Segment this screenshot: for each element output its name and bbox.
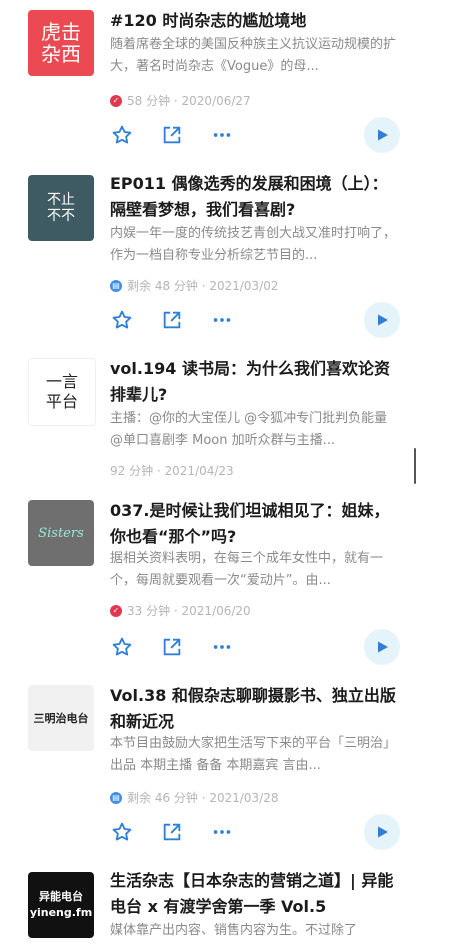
episode-meta: ✓ 58 分钟 · 2020/06/27	[110, 92, 251, 109]
play-icon	[378, 641, 388, 653]
episode-description: 据相关资料表明，在每三个成年女性中，就有一个，每周就要观看一次“爱动片”。由..…	[110, 551, 384, 588]
play-button[interactable]	[364, 814, 400, 850]
share-icon[interactable]	[160, 308, 184, 332]
episode-title[interactable]: EP011 偶像选秀的发展和困境（上）：隔壁看梦想，我们看喜剧?	[110, 171, 400, 223]
episode-list: 虎击 杂西 #120 时尚杂志的尴尬境地 随着席卷全球的美国反种族主义抗议运动规…	[0, 0, 452, 945]
episode-description: 内娱一年一度的传统技艺青创大战又准时打响了，作为一档自称专业分析综艺节目的...	[110, 226, 397, 263]
played-check-icon: ✓	[110, 94, 122, 107]
share-icon[interactable]	[160, 820, 184, 844]
scrollbar[interactable]	[414, 448, 416, 484]
episode-item[interactable]: 虎击 杂西 #120 时尚杂志的尴尬境地 随着席卷全球的美国反种族主义抗议运动规…	[0, 0, 452, 170]
episode-item[interactable]: 一言 平台 vol.194 读书局：为什么我们喜欢论资排辈儿? 主播：@你的大宝…	[0, 348, 452, 488]
episode-description: 主播：@你的大宝侄儿 @令狐冲专门批判负能量 @单口喜剧李 Moon 加听众群与…	[110, 411, 388, 448]
episode-cover[interactable]: 虎击 杂西	[28, 10, 94, 76]
episode-meta-text: 33 分钟 · 2021/06/20	[127, 604, 251, 618]
more-icon[interactable]	[210, 308, 234, 332]
cover-text: 虎击 杂西	[41, 20, 81, 66]
play-icon	[378, 314, 388, 326]
more-icon[interactable]	[210, 820, 234, 844]
episode-item[interactable]: 不止 不不 EP011 偶像选秀的发展和困境（上）：隔壁看梦想，我们看喜剧? 内…	[0, 165, 452, 345]
episode-description: 媒体靠产出内容、销售内容为生。不过除了	[110, 923, 358, 938]
episode-cover[interactable]: 三明治电台	[28, 685, 94, 751]
episode-description: 本节目由鼓励大家把生活写下来的平台「三明治」出品 本期主播 备备 本期嘉宾 言由…	[110, 736, 397, 773]
episode-meta: 92 分钟 · 2021/04/23	[110, 462, 234, 479]
share-icon[interactable]	[160, 635, 184, 659]
episode-meta-text: 剩余 48 分钟 · 2021/03/02	[127, 279, 279, 293]
episode-cover[interactable]: Sisters	[28, 500, 94, 566]
episode-actions	[110, 820, 260, 844]
episode-description: 随着席卷全球的美国反种族主义抗议运动规模的扩大，著名时尚杂志《Vogue》的母.…	[110, 37, 397, 74]
episode-cover[interactable]: 一言 平台	[28, 358, 96, 426]
star-icon[interactable]	[110, 820, 134, 844]
episode-meta-text: 92 分钟 · 2021/04/23	[110, 464, 234, 478]
episode-item[interactable]: Sisters 037.是时候让我们坦诚相见了：姐妹，你也看“那个”吗? 据相关…	[0, 490, 452, 670]
cover-text: 三明治电台	[33, 712, 89, 725]
play-button[interactable]	[364, 117, 400, 153]
episode-cover[interactable]: 不止 不不	[28, 175, 94, 241]
play-button[interactable]	[364, 302, 400, 338]
episode-actions	[110, 123, 260, 147]
episode-title[interactable]: Vol.38 和假杂志聊聊摄影书、独立出版和新近况	[110, 683, 400, 735]
play-icon	[378, 129, 388, 141]
episode-meta: ▤ 剩余 46 分钟 · 2021/03/28	[110, 789, 279, 806]
episode-meta: ▤ 剩余 48 分钟 · 2021/03/02	[110, 277, 279, 294]
episode-item[interactable]: 异能电台 yineng.fm 生活杂志【日本杂志的营销之道】| 异能电台 x 有…	[0, 862, 452, 945]
play-icon	[378, 826, 388, 838]
more-icon[interactable]	[210, 635, 234, 659]
more-icon[interactable]	[210, 123, 234, 147]
remaining-icon: ▤	[110, 791, 122, 804]
star-icon[interactable]	[110, 635, 134, 659]
episode-meta: ✓ 33 分钟 · 2021/06/20	[110, 602, 251, 619]
episode-actions	[110, 635, 260, 659]
star-icon[interactable]	[110, 308, 134, 332]
share-icon[interactable]	[160, 123, 184, 147]
star-icon[interactable]	[110, 123, 134, 147]
episode-meta-text: 58 分钟 · 2020/06/27	[127, 94, 251, 108]
episode-actions	[110, 308, 260, 332]
remaining-icon: ▤	[110, 279, 122, 292]
episode-title[interactable]: vol.194 读书局：为什么我们喜欢论资排辈儿?	[110, 356, 400, 408]
episode-title[interactable]: #120 时尚杂志的尴尬境地	[110, 8, 400, 34]
played-check-icon: ✓	[110, 604, 122, 617]
episode-cover[interactable]: 异能电台 yineng.fm	[28, 872, 94, 938]
cover-text: 一言 平台	[45, 372, 78, 411]
episode-title[interactable]: 生活杂志【日本杂志的营销之道】| 异能电台 x 有渡学舍第一季 Vol.5	[110, 868, 400, 920]
play-button[interactable]	[364, 629, 400, 665]
episode-title[interactable]: 037.是时候让我们坦诚相见了：姐妹，你也看“那个”吗?	[110, 498, 400, 550]
episode-meta-text: 剩余 46 分钟 · 2021/03/28	[127, 791, 279, 805]
cover-text: 异能电台 yineng.fm	[29, 890, 93, 919]
episode-item[interactable]: 三明治电台 Vol.38 和假杂志聊聊摄影书、独立出版和新近况 本节目由鼓励大家…	[0, 675, 452, 860]
cover-text: 不止 不不	[47, 192, 75, 224]
cover-text: Sisters	[38, 525, 84, 541]
